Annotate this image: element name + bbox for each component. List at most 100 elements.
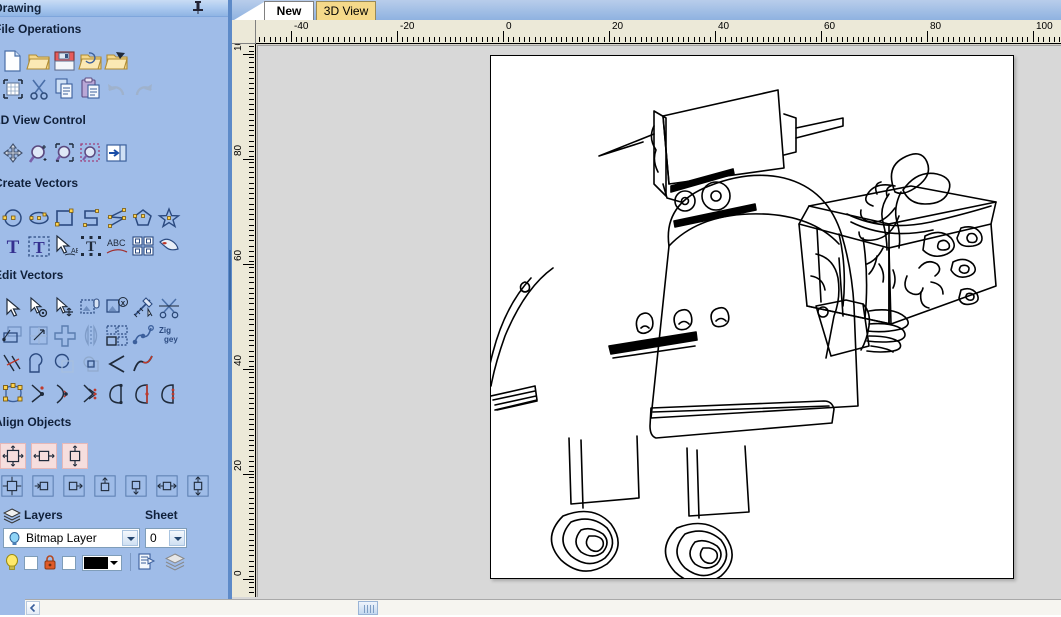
vertical-ruler[interactable]: 100 80 60 40 20 0 — [232, 44, 256, 597]
move-vectors-button[interactable] — [52, 323, 78, 349]
ruler-tick — [953, 37, 954, 42]
align-center-horizontal-button[interactable] — [31, 443, 57, 469]
align-center-vertical-button[interactable] — [62, 443, 88, 469]
align-left-button[interactable] — [31, 474, 57, 500]
text-transform-button[interactable]: T — [78, 233, 104, 259]
edit-text-button[interactable]: T — [26, 233, 52, 259]
intersect-button[interactable] — [78, 351, 104, 377]
zoom-in-button[interactable] — [26, 141, 52, 167]
node-multi-button[interactable] — [78, 381, 104, 407]
zoom-selection-button[interactable] — [78, 141, 104, 167]
open-file-button[interactable] — [26, 48, 52, 74]
undo-button[interactable] — [104, 76, 130, 102]
draw-ellipse-button[interactable] — [26, 205, 52, 231]
tab-new[interactable]: New — [264, 1, 314, 20]
save-file-button[interactable] — [52, 48, 78, 74]
padlock-icon[interactable] — [43, 554, 57, 574]
ruler-tick — [1049, 37, 1050, 42]
zoom-extents-button[interactable] — [52, 141, 78, 167]
join-vectors-button[interactable] — [130, 323, 156, 349]
fillet-button[interactable] — [0, 351, 26, 377]
text-on-curve-button[interactable]: ABC — [104, 233, 130, 259]
crop-bitmap-button[interactable] — [0, 76, 26, 102]
redo-button[interactable] — [130, 76, 156, 102]
layer-select[interactable]: Bitmap Layer — [3, 528, 140, 548]
space-vertical-button[interactable] — [186, 474, 212, 500]
cut-button[interactable] — [26, 76, 52, 102]
space-horizontal-button[interactable] — [155, 474, 181, 500]
distort-text-button[interactable]: Zig gey — [156, 323, 182, 349]
draw-polygon-button[interactable] — [130, 205, 156, 231]
draw-curve-button[interactable] — [104, 205, 130, 231]
node-curve-button[interactable] — [52, 381, 78, 407]
lightbulb-icon[interactable] — [4, 554, 20, 574]
link-bitmap-button[interactable] — [78, 295, 104, 321]
align-objects-row-1 — [0, 443, 228, 469]
open-recent-button[interactable] — [78, 48, 104, 74]
align-right-button[interactable] — [62, 474, 88, 500]
tab-3d-view[interactable]: 3D View — [316, 1, 376, 20]
move-tool-button[interactable] — [52, 295, 78, 321]
toggle-panel-button[interactable] — [104, 141, 130, 167]
node-edit-button[interactable] — [26, 295, 52, 321]
array-copy-button[interactable] — [130, 233, 156, 259]
align-center-button[interactable] — [0, 443, 26, 469]
layer-visible-checkbox[interactable] — [24, 556, 38, 570]
ruler-tick — [805, 37, 806, 42]
new-file-button[interactable] — [0, 48, 26, 74]
align-middle-button[interactable] — [0, 474, 26, 500]
pushpin-icon[interactable] — [192, 1, 204, 14]
ruler-tick — [763, 37, 764, 42]
draw-circle-button[interactable] — [0, 205, 26, 231]
trim-vectors-button[interactable] — [156, 295, 182, 321]
delete-shape-button[interactable]: x — [104, 295, 130, 321]
ruler-tick — [249, 461, 254, 462]
chevron-left-icon[interactable] — [26, 601, 40, 615]
chevron-down-icon[interactable] — [169, 530, 185, 546]
group-vectors-button[interactable] — [104, 323, 130, 349]
draw-polyline-button[interactable] — [78, 205, 104, 231]
offset-vectors-button[interactable] — [0, 323, 26, 349]
node-insert-button[interactable] — [26, 381, 52, 407]
ruler-label: 20 — [612, 21, 624, 32]
sheet-select[interactable]: 0 — [145, 528, 187, 548]
chevron-down-icon[interactable] — [110, 561, 118, 565]
subtract-button[interactable] — [52, 351, 78, 377]
scrollbar-thumb[interactable] — [358, 601, 378, 615]
layer-lock-checkbox[interactable] — [62, 556, 76, 570]
ruler-tick — [275, 37, 276, 42]
shape-open-button[interactable] — [130, 381, 156, 407]
import-bitmap-button[interactable] — [104, 48, 130, 74]
mirror-vectors-button[interactable] — [78, 323, 104, 349]
create-text-button[interactable]: T — [0, 233, 26, 259]
select-tool-button[interactable] — [0, 295, 26, 321]
drawing-canvas[interactable] — [257, 45, 1061, 597]
layer-color-swatch[interactable] — [82, 555, 122, 571]
weld-union-button[interactable] — [26, 351, 52, 377]
measure-button[interactable] — [130, 295, 156, 321]
ruler-tick — [916, 37, 917, 42]
text-selection-button[interactable]: AB — [52, 233, 78, 259]
scale-vectors-button[interactable] — [26, 323, 52, 349]
smooth-curve-button[interactable] — [130, 351, 156, 377]
layer-properties-button[interactable] — [136, 552, 156, 575]
chevron-down-icon[interactable] — [122, 530, 138, 546]
shape-node-button[interactable] — [156, 381, 182, 407]
splitter-grip[interactable] — [229, 250, 231, 310]
ruler-tick — [249, 72, 254, 73]
draw-rectangle-button[interactable] — [52, 205, 78, 231]
shape-close-button[interactable] — [104, 381, 130, 407]
align-top-button[interactable] — [93, 474, 119, 500]
horizontal-scrollbar[interactable] — [25, 599, 1061, 615]
corner-button[interactable] — [104, 351, 130, 377]
trace-bitmap-button[interactable] — [156, 233, 182, 259]
nodes-all-button[interactable] — [0, 381, 26, 407]
horizontal-ruler[interactable]: -40 -20 0 20 40 60 80 100 — [256, 20, 1061, 44]
material-sheet[interactable] — [490, 55, 1014, 579]
pan-view-button[interactable] — [0, 141, 26, 167]
align-bottom-button[interactable] — [124, 474, 150, 500]
paste-button[interactable] — [78, 76, 104, 102]
copy-button[interactable] — [52, 76, 78, 102]
merge-layers-button[interactable] — [164, 553, 186, 574]
draw-star-button[interactable] — [156, 205, 182, 231]
